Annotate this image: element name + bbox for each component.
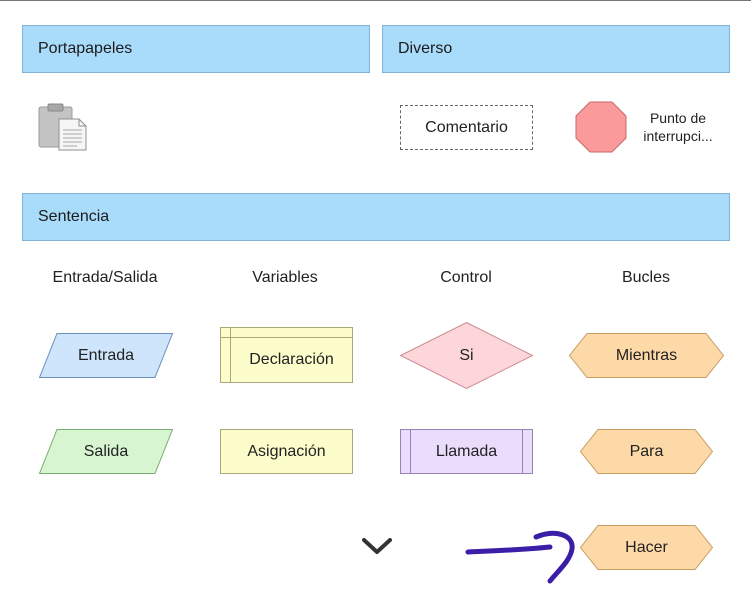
statements-section-header[interactable]: Sentencia	[22, 193, 730, 241]
top-border	[0, 0, 751, 1]
misc-section-title: Diverso	[398, 40, 453, 57]
column-label-loops: Bucles	[621, 269, 671, 286]
comment-shape[interactable]: Comentario	[400, 105, 533, 150]
statements-section-title: Sentencia	[38, 208, 110, 225]
comment-label: Comentario	[425, 118, 508, 136]
do-shape[interactable]: Hacer	[579, 525, 714, 570]
output-shape[interactable]: Salida	[38, 429, 174, 474]
clipboard-paste-icon[interactable]	[37, 103, 89, 153]
declaration-shape[interactable]: Declaración	[220, 327, 353, 383]
breakpoint-shape[interactable]	[575, 101, 627, 153]
column-label-variables: Variables	[252, 269, 318, 286]
breakpoint-label: Punto de interrupci...	[632, 109, 724, 145]
column-label-io: Entrada/Salida	[52, 269, 158, 286]
octagon-icon	[575, 101, 627, 153]
breakpoint-label-line2: interrupci...	[643, 128, 713, 144]
if-shape[interactable]: Si	[399, 321, 534, 390]
misc-section-header[interactable]: Diverso	[382, 25, 730, 73]
input-shape[interactable]: Entrada	[38, 333, 174, 378]
assignment-shape[interactable]: Asignación	[220, 429, 353, 474]
column-label-control: Control	[440, 269, 492, 286]
call-shape[interactable]: Llamada	[400, 429, 533, 474]
annotation-arrow-icon	[460, 525, 580, 587]
chevron-down-icon[interactable]	[360, 536, 394, 558]
while-shape[interactable]: Mientras	[568, 333, 725, 378]
clipboard-section-header[interactable]: Portapapeles	[22, 25, 370, 73]
for-shape[interactable]: Para	[579, 429, 714, 474]
breakpoint-label-line1: Punto de	[649, 110, 707, 126]
clipboard-section-title: Portapapeles	[38, 40, 133, 57]
